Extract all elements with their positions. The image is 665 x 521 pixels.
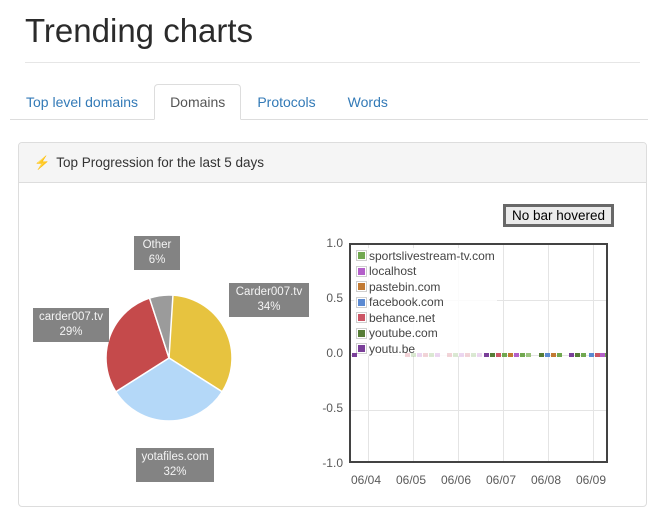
bar[interactable] [352,353,357,357]
tabs-nav: Top level domains Domains Protocols Word… [10,84,648,120]
legend-item: facebook.com [356,296,495,309]
pie-label-name: yotafiles.com [141,450,209,465]
legend-label: facebook.com [369,295,444,309]
legend-swatch-icon [356,250,367,261]
legend-swatch-icon [356,266,367,277]
bar[interactable] [429,353,434,357]
tab-protocols[interactable]: Protocols [241,84,331,120]
trending-charts-page: Trending charts Top level domains Domain… [0,0,665,521]
x-axis-tick-label: 06/06 [431,473,481,487]
bar[interactable] [539,353,544,357]
bar[interactable] [605,353,608,357]
y-axis-tick-label: 0.5 [307,291,343,305]
legend-swatch-icon [356,281,367,292]
bar[interactable] [557,353,562,357]
bar[interactable] [551,353,556,357]
legend-item: behance.net [356,311,495,324]
legend-item: pastebin.com [356,280,495,293]
bar-chart-plot-area[interactable]: sportslivestream-tv.comlocalhost pastebin… [349,243,608,463]
pie-label-name: Other [139,238,175,253]
bar[interactable] [484,353,489,357]
legend-label: localhost [369,264,416,278]
legend-item: localhost [356,265,495,278]
bar[interactable] [490,353,495,357]
bar[interactable] [435,353,440,357]
bar[interactable] [459,353,464,357]
x-axis-tick-label: 06/08 [521,473,571,487]
lightning-bolt-icon: ⚡ [34,155,50,170]
bar[interactable] [417,353,422,357]
gridline-horizontal [351,410,606,411]
bar[interactable] [520,353,525,357]
pie-label-name: carder007.tv [38,310,104,325]
pie-label-yotafiles: yotafiles.com 32% [136,448,214,482]
bar[interactable] [581,353,586,357]
y-axis-tick-label: 1.0 [307,236,343,250]
bar[interactable] [545,353,550,357]
bar[interactable] [411,353,416,357]
legend-label: youtube.com [369,326,438,340]
legend-swatch-icon [356,297,367,308]
y-axis-tick-label: 0.0 [307,346,343,360]
bar[interactable] [526,353,531,357]
legend-label: behance.net [369,311,435,325]
bar[interactable] [423,353,428,357]
panel-body: Carder007.tv 34% yotafiles.com 32% carde… [19,183,646,506]
legend-swatch-icon [356,312,367,323]
bar[interactable] [575,353,580,357]
bar[interactable] [471,353,476,357]
x-axis-tick-label: 06/05 [386,473,436,487]
y-axis-tick-label: -1.0 [307,456,343,470]
tab-domains[interactable]: Domains [154,84,241,120]
legend-label: pastebin.com [369,280,440,294]
panel-heading: ⚡ Top Progression for the last 5 days [19,143,646,183]
x-axis-tick-label: 06/04 [341,473,391,487]
bar[interactable] [465,353,470,357]
bar[interactable] [405,353,410,357]
no-bar-hovered-box: No bar hovered [503,204,614,227]
bar[interactable] [514,353,519,357]
legend-item: youtube.com [356,327,495,340]
legend-item: sportslivestream-tv.com [356,249,495,262]
legend-label: sportslivestream-tv.com [369,249,495,263]
title-divider [25,62,640,63]
pie-label-carder007-tv-lower: carder007.tv 29% [33,308,109,342]
bar[interactable] [508,353,513,357]
pie-label-carder007-tv-upper: Carder007.tv 34% [229,283,309,317]
bar[interactable] [569,353,574,357]
page-title: Trending charts [25,12,253,50]
legend-swatch-icon [356,343,367,354]
pie-label-other: Other 6% [134,236,180,270]
chart-legend: sportslivestream-tv.comlocalhost pastebin… [354,248,497,356]
pie-label-name: Carder007.tv [234,285,304,300]
bar[interactable] [477,353,482,357]
pie-label-percent: 34% [234,300,304,315]
pie-label-percent: 6% [139,253,175,268]
bar[interactable] [453,353,458,357]
bar[interactable] [447,353,452,357]
x-axis-tick-label: 06/07 [476,473,526,487]
bar[interactable] [502,353,507,357]
tab-words[interactable]: Words [332,84,404,120]
bar[interactable] [496,353,501,357]
pie-label-percent: 32% [141,465,209,480]
panel-heading-label: Top Progression for the last 5 days [56,155,264,170]
pie-label-percent: 29% [38,325,104,340]
bar[interactable] [589,353,594,357]
y-axis-tick-label: -0.5 [307,401,343,415]
tab-top-level-domains[interactable]: Top level domains [10,84,154,120]
top-progression-panel: ⚡ Top Progression for the last 5 days Car… [18,142,647,507]
legend-swatch-icon [356,328,367,339]
x-axis-tick-label: 06/09 [566,473,616,487]
